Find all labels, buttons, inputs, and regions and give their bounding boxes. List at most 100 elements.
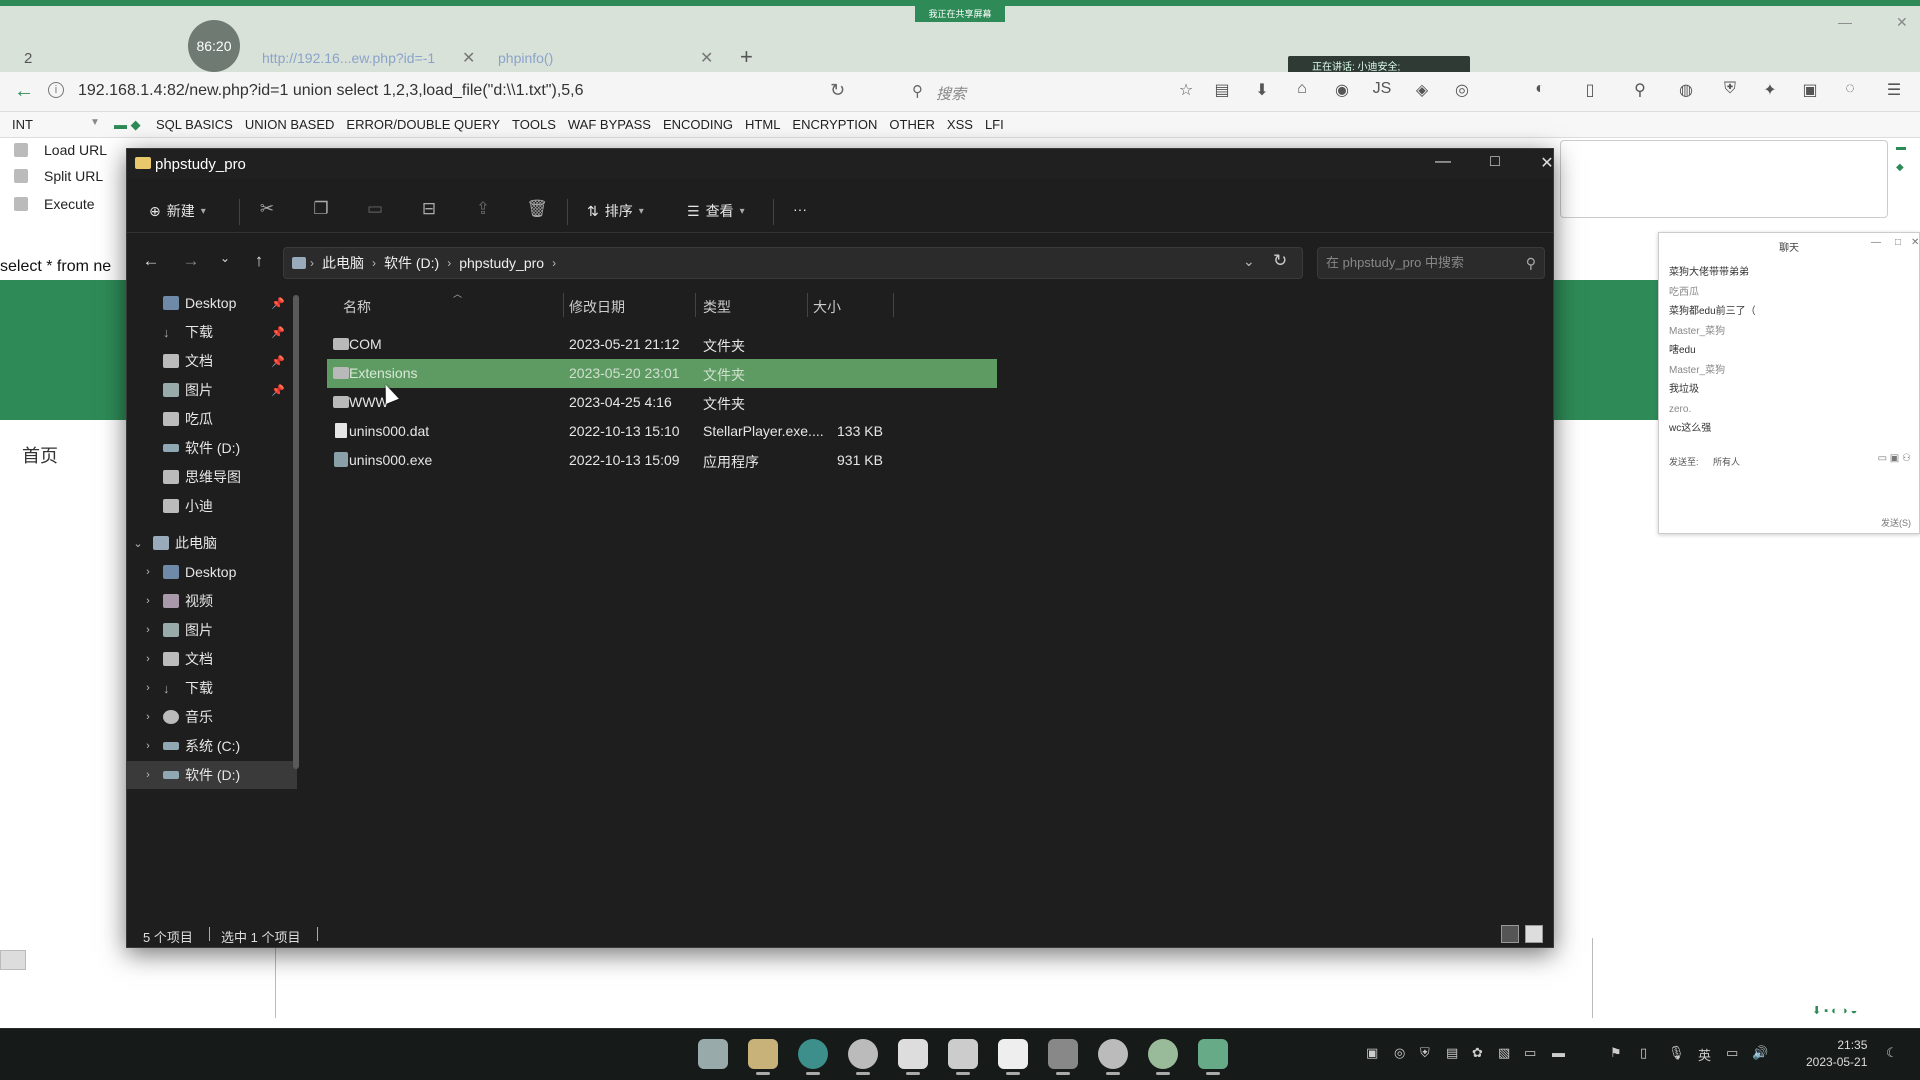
file-row-com[interactable]: COM 2023-05-21 21:12 文件夹 — [327, 330, 997, 359]
nav-item-pc-music[interactable]: › 音乐 — [127, 703, 297, 731]
chevron-right-icon[interactable]: › — [552, 256, 556, 270]
nav-item-mindmap[interactable]: 思维导图 — [127, 463, 297, 491]
sidebar-toggle[interactable] — [0, 950, 26, 970]
nav-item-pictures[interactable]: 图片 📌 — [127, 376, 297, 404]
sort-button[interactable]: ⇅ 排序 ▾ — [587, 201, 644, 221]
tray-app-icon[interactable]: ▭ — [1524, 1045, 1536, 1061]
new-tab-plus-icon[interactable]: + — [740, 44, 753, 70]
share-icon[interactable]: ⇪ — [471, 199, 495, 219]
hackbar-url-textarea[interactable] — [1560, 140, 1888, 218]
nav-item-pc-documents[interactable]: › 文档 — [127, 645, 297, 673]
large-icons-view-icon[interactable] — [1525, 925, 1543, 943]
breadcrumb-phpstudy-pro[interactable]: phpstudy_pro — [459, 255, 544, 271]
back-arrow-icon[interactable]: ← — [14, 80, 34, 103]
address-history-chevron-icon[interactable]: ⌄ — [1243, 253, 1255, 270]
notes-app-icon[interactable] — [898, 1039, 928, 1075]
start-menu-icon[interactable] — [698, 1039, 728, 1069]
column-header-date[interactable]: 修改日期 — [569, 297, 625, 317]
display-icon[interactable]: ▭ — [1726, 1045, 1738, 1061]
menu-html[interactable]: HTML — [745, 117, 780, 132]
addon-icon[interactable]: ◐ — [1530, 80, 1550, 100]
meeting-app-icon[interactable] — [1198, 1039, 1228, 1075]
browser-search-input[interactable]: 搜索 — [936, 83, 966, 104]
chevron-right-icon[interactable]: › — [141, 711, 155, 723]
hackbar-side-toggle[interactable]: ◆ — [1896, 162, 1904, 173]
column-resize-handle[interactable] — [893, 293, 894, 317]
terminal-app-icon[interactable] — [1048, 1039, 1078, 1075]
shield-icon[interactable]: ⛨ — [1420, 1045, 1430, 1061]
notification-moon-icon[interactable]: ☾ — [1886, 1045, 1898, 1061]
p-app-icon[interactable] — [998, 1039, 1028, 1075]
column-resize-handle[interactable] — [807, 293, 808, 317]
nav-pane-scrollbar[interactable] — [293, 295, 299, 769]
details-view-icon[interactable] — [1501, 925, 1519, 943]
volume-icon[interactable]: 🔊 — [1752, 1045, 1768, 1061]
nav-item-pc-downloads[interactable]: › ↓ 下载 — [127, 674, 297, 702]
nav-item-this-pc[interactable]: ⌄ 此电脑 — [127, 529, 297, 557]
chevron-right-icon[interactable]: › — [310, 256, 314, 270]
minimize-icon[interactable]: — — [1838, 14, 1852, 30]
breadcrumb[interactable]: › 此电脑 › 软件 (D:) › phpstudy_pro › — [283, 247, 1303, 279]
menu-lfi[interactable]: LFI — [985, 117, 1004, 132]
chevron-down-icon[interactable]: ▼ — [90, 117, 100, 128]
send-button[interactable]: 发送(S) — [1881, 516, 1911, 529]
menu-xss[interactable]: XSS — [947, 117, 973, 132]
addon-icon[interactable]: ▯ — [1580, 80, 1600, 100]
minimize-icon[interactable]: — — [1871, 237, 1881, 248]
nav-item-pc-videos[interactable]: › 视频 — [127, 587, 297, 615]
site-info-icon[interactable]: i — [48, 82, 64, 98]
chevron-right-icon[interactable]: › — [141, 769, 155, 781]
recent-locations-chevron-icon[interactable]: ⌄ — [213, 251, 237, 265]
addon-icon[interactable]: ▣ — [1800, 80, 1820, 100]
breadcrumb-drive-d[interactable]: 软件 (D:) — [384, 253, 439, 273]
view-button[interactable]: ☰ 查看 ▾ — [687, 201, 745, 221]
folder-search-input[interactable]: 在 phpstudy_pro 中搜索 ⚲ — [1317, 247, 1545, 279]
file-row-extensions[interactable]: Extensions 2023-05-20 23:01 文件夹 — [327, 359, 997, 388]
nav-item-drive-d[interactable]: 软件 (D:) — [127, 434, 297, 462]
system-clock[interactable]: 21:35 2023-05-21 — [1806, 1037, 1867, 1071]
firefox-app-icon[interactable] — [1148, 1039, 1178, 1075]
addon-icon[interactable]: ◎ — [1452, 80, 1472, 100]
chevron-right-icon[interactable]: › — [141, 740, 155, 752]
nav-item-pc-pictures[interactable]: › 图片 — [127, 616, 297, 644]
home-icon[interactable]: ⌂ — [1292, 80, 1312, 100]
tab-close-icon[interactable]: ✕ — [462, 48, 475, 68]
column-resize-handle[interactable] — [563, 293, 564, 317]
chevron-right-icon[interactable]: › — [141, 566, 155, 578]
addon-icon[interactable]: ✦ — [1760, 80, 1780, 100]
more-options-button[interactable]: ··· — [793, 201, 807, 217]
nav-item-chigua[interactable]: 吃瓜 — [127, 405, 297, 433]
tray-app-icon[interactable]: ◎ — [1394, 1045, 1405, 1061]
execute-button[interactable]: Execute — [14, 196, 95, 212]
file-row-unins-dat[interactable]: unins000.dat 2022-10-13 15:10 StellarPla… — [327, 417, 997, 446]
tray-app-icon[interactable]: ▧ — [1498, 1045, 1510, 1061]
ime-indicator[interactable]: 英 — [1698, 1045, 1711, 1064]
menu-sql-basics[interactable]: SQL BASICS — [156, 117, 233, 132]
delete-icon[interactable]: 🗑 — [525, 199, 549, 219]
split-url-button[interactable]: Split URL — [14, 168, 103, 184]
menu-hamburger-icon[interactable]: ☰ — [1884, 80, 1904, 100]
microphone-icon[interactable]: 🎙 — [1668, 1045, 1685, 1061]
nav-item-documents[interactable]: 文档 📌 — [127, 347, 297, 375]
menu-tools[interactable]: TOOLS — [512, 117, 556, 132]
menu-other[interactable]: OTHER — [889, 117, 935, 132]
url-bar[interactable]: 192.168.1.4:82/new.php?id=1 union select… — [78, 82, 584, 100]
menu-encryption[interactable]: ENCRYPTION — [792, 117, 877, 132]
bookmark-star-icon[interactable]: ☆ — [1176, 80, 1196, 100]
addon-icon[interactable]: ◍ — [1676, 80, 1696, 100]
addon-icon[interactable]: ◌ — [1840, 80, 1860, 100]
js-icon[interactable]: JS — [1372, 80, 1392, 100]
chevron-right-icon[interactable]: › — [372, 256, 376, 270]
tray-app-icon[interactable]: ▣ — [1366, 1045, 1378, 1061]
addon-icon[interactable]: ◈ — [1412, 80, 1432, 100]
paste-icon[interactable]: ▭ — [363, 199, 387, 219]
nav-item-xiaodi[interactable]: 小迪 — [127, 492, 297, 520]
extension-icon[interactable]: ◉ — [1332, 80, 1352, 100]
file-row-www[interactable]: WWW 2023-04-25 4:16 文件夹 — [327, 388, 997, 417]
menu-waf-bypass[interactable]: WAF BYPASS — [568, 117, 651, 132]
nav-item-pc-drive-d[interactable]: › 软件 (D:) — [127, 761, 297, 789]
new-button[interactable]: ⊕ 新建 ▾ — [149, 201, 206, 221]
tab-new-php[interactable]: http://192.16...ew.php?id=-1 — [262, 50, 435, 66]
download-icon[interactable]: ⬇ — [1252, 80, 1272, 100]
file-row-unins-exe[interactable]: unins000.exe 2022-10-13 15:09 应用程序 931 K… — [327, 446, 997, 475]
